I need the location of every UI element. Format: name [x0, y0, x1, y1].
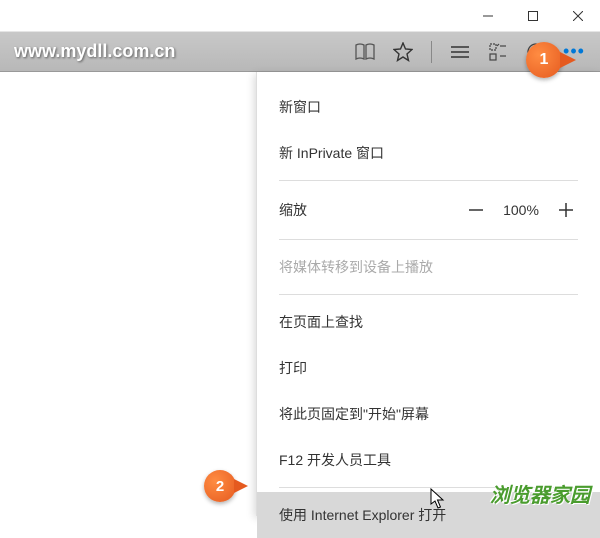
browser-toolbar: www.mydll.com.cn •••: [0, 32, 600, 72]
callout-number: 1: [540, 51, 549, 69]
menu-separator: [279, 487, 578, 488]
menu-new-window[interactable]: 新窗口: [257, 84, 600, 130]
webnote-button[interactable]: [486, 40, 510, 64]
menu-open-with-ie[interactable]: 使用 Internet Explorer 打开: [257, 492, 600, 538]
menu-devtools[interactable]: F12 开发人员工具: [257, 437, 600, 483]
window-controls: [465, 0, 600, 32]
minus-icon: [468, 202, 484, 218]
menu-zoom: 缩放 100%: [257, 185, 600, 235]
toolbar-separator: [431, 41, 432, 63]
hub-button[interactable]: [448, 40, 472, 64]
annotation-callout-2: 2: [204, 470, 236, 502]
menu-pin-to-start[interactable]: 将此页固定到"开始"屏幕: [257, 391, 600, 437]
address-bar-url[interactable]: www.mydll.com.cn: [8, 41, 353, 62]
menu-find-on-page[interactable]: 在页面上查找: [257, 299, 600, 345]
hamburger-icon: [451, 45, 469, 59]
zoom-in-button[interactable]: [548, 195, 584, 225]
note-icon: [489, 43, 507, 61]
menu-separator: [279, 239, 578, 240]
minimize-button[interactable]: [465, 0, 510, 32]
more-menu: 新窗口 新 InPrivate 窗口 缩放 100% 将媒体转移到设备上播放 在…: [256, 72, 600, 516]
zoom-label: 缩放: [279, 200, 458, 220]
menu-cast-media: 将媒体转移到设备上播放: [257, 244, 600, 290]
menu-print[interactable]: 打印: [257, 345, 600, 391]
menu-new-inprivate[interactable]: 新 InPrivate 窗口: [257, 130, 600, 176]
minimize-icon: [483, 11, 493, 21]
star-icon: [393, 42, 413, 62]
window-titlebar: [0, 0, 600, 32]
annotation-callout-1: 1: [526, 42, 562, 78]
favorites-button[interactable]: [391, 40, 415, 64]
book-icon: [355, 43, 375, 61]
maximize-button[interactable]: [510, 0, 555, 32]
menu-separator: [279, 180, 578, 181]
zoom-out-button[interactable]: [458, 195, 494, 225]
content-area: 新窗口 新 InPrivate 窗口 缩放 100% 将媒体转移到设备上播放 在…: [0, 72, 600, 516]
reading-view-button[interactable]: [353, 40, 377, 64]
plus-icon: [558, 202, 574, 218]
zoom-value: 100%: [494, 202, 548, 218]
menu-separator: [279, 294, 578, 295]
close-icon: [573, 11, 583, 21]
callout-number: 2: [216, 478, 224, 495]
close-button[interactable]: [555, 0, 600, 32]
maximize-icon: [528, 11, 538, 21]
